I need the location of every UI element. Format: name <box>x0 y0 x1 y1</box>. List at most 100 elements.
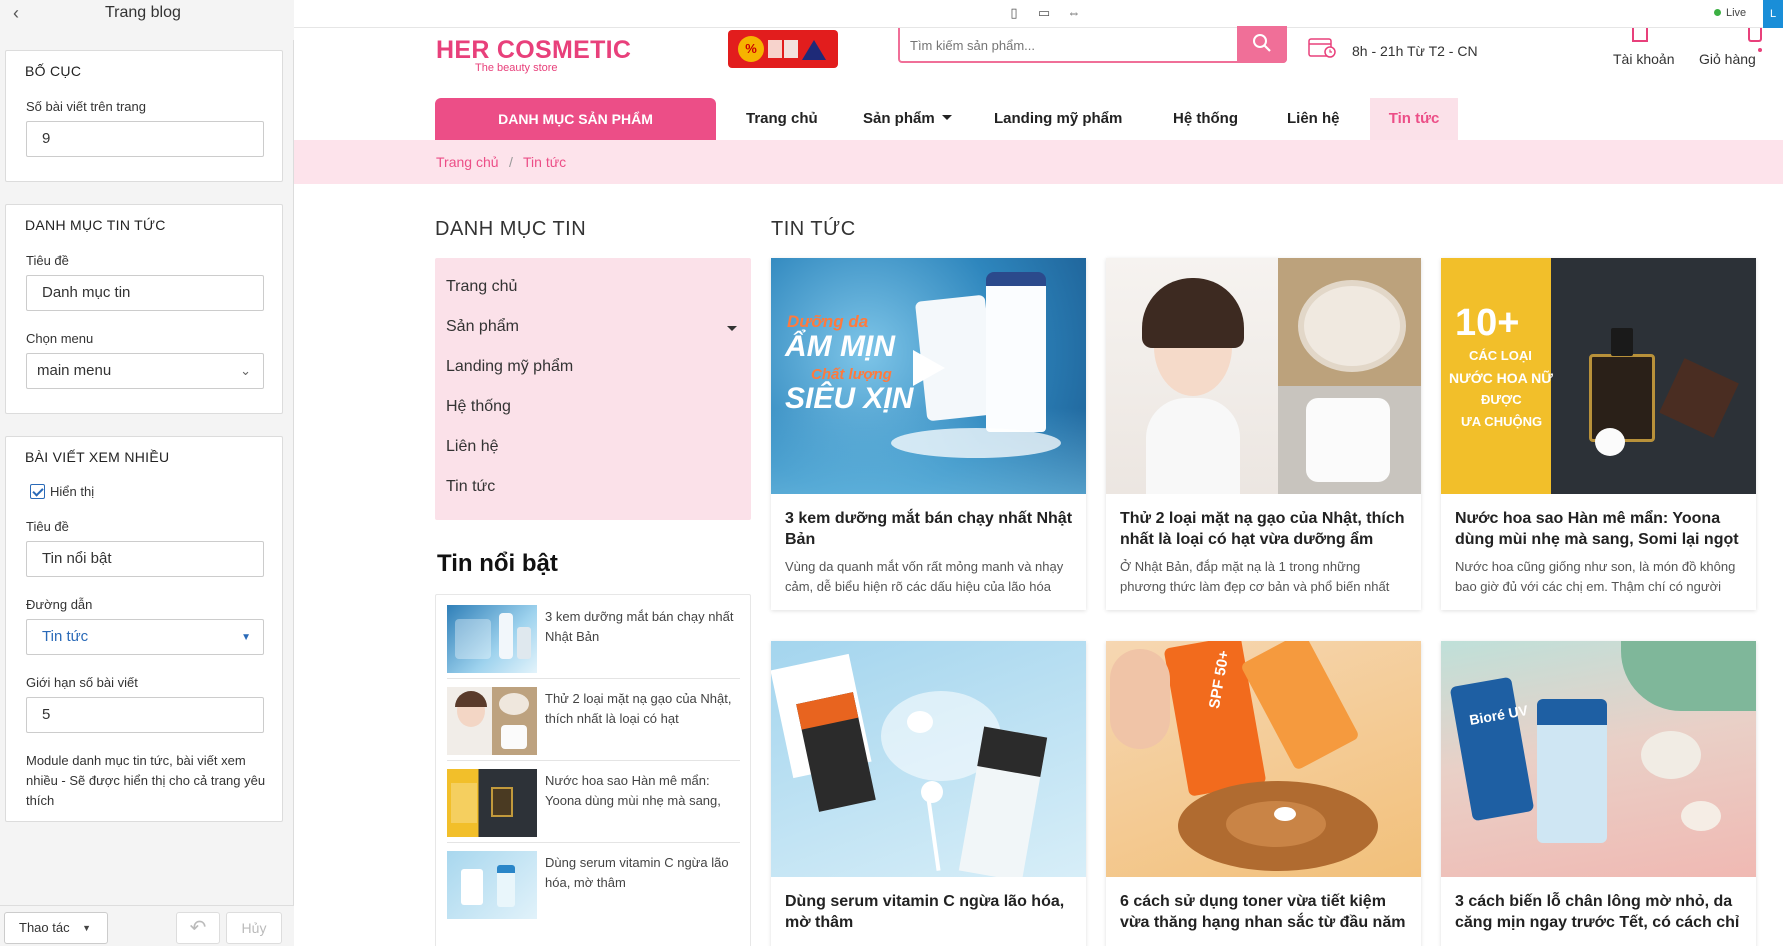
news-title[interactable]: 3 cách biến lỗ chân lông mờ nhỏ, da căng… <box>1455 891 1745 933</box>
featured-thumbnail[interactable] <box>447 687 537 755</box>
menu-select[interactable]: main menu ⌄ <box>26 353 264 389</box>
news-card[interactable]: Thử 2 loại mặt nạ gạo của Nhật, thích nh… <box>1106 258 1421 610</box>
sidebar-item-system[interactable]: Hệ thống <box>446 398 511 416</box>
sidebar-item-products[interactable]: Sản phẩm <box>446 318 519 336</box>
news-summary: Vùng da quanh mắt vốn rất mỏng manh và n… <box>785 559 1064 594</box>
news-image[interactable]: 10+ CÁC LOẠI NƯỚC HOA NỮ ĐƯỢC ƯA CHUỘNG <box>1441 258 1756 494</box>
categories-title-input[interactable]: Danh mục tin <box>26 275 264 311</box>
nav-news[interactable]: Tin tức <box>1370 98 1458 140</box>
menu-select-value: main menu <box>37 362 112 379</box>
breadcrumb <box>294 140 1783 184</box>
nav-contact[interactable]: Liên hệ <box>1287 110 1340 127</box>
news-title[interactable]: Dùng serum vitamin C ngừa lão hóa, mờ th… <box>785 891 1075 933</box>
news-categories-menu: Trang chủ Sản phẩm Landing mỹ phẩm Hệ th… <box>435 258 751 520</box>
sidebar-item-news[interactable]: Tin tức <box>446 478 495 496</box>
featured-list: 3 kem dưỡng mắt bán chạy nhất Nhật Bản T… <box>435 594 751 946</box>
actions-label: Thao tác <box>19 920 70 935</box>
featured-thumbnail[interactable] <box>447 605 537 673</box>
calendar-clock-icon <box>1308 38 1336 58</box>
news-card[interactable]: SPF 50+ 6 cách sử dụng toner vừa tiết ki… <box>1106 641 1421 946</box>
editor-root: { "panel": { "title": "Trang blog", "lay… <box>0 0 1783 946</box>
news-card[interactable]: Dùng serum vitamin C ngừa lão hóa, mờ th… <box>771 641 1086 946</box>
image-caption: Dưỡng da <box>787 312 869 331</box>
categories-heading: DANH MỤC TIN TỨC <box>25 217 166 233</box>
categories-title-label: Tiêu đề <box>26 253 69 268</box>
sidebar-item-contact[interactable]: Liên hệ <box>446 438 499 456</box>
cancel-button[interactable]: Hủy <box>226 912 282 944</box>
featured-title[interactable]: 3 kem dưỡng mắt bán chạy nhất Nhật Bản <box>545 607 735 647</box>
search-button[interactable] <box>1237 26 1287 63</box>
nav-products[interactable]: Sản phẩm <box>863 110 952 127</box>
product-categories-button[interactable]: DANH MỤC SẢN PHẨM <box>435 98 716 140</box>
news-image[interactable]: Bioré UV <box>1441 641 1756 877</box>
news-title[interactable]: 6 cách sử dụng toner vừa tiết kiệm vừa t… <box>1120 891 1410 933</box>
featured-thumbnail[interactable] <box>447 769 537 837</box>
news-title[interactable]: Thử 2 loại mặt nạ gạo của Nhật, thích nh… <box>1120 508 1410 550</box>
image-caption: NƯỚC HOA NỮ <box>1449 370 1553 386</box>
breadcrumb-home[interactable]: Trang chủ <box>436 154 499 170</box>
list-item[interactable]: Nước hoa sao Hàn mê mẩn: Yoona dùng mùi … <box>447 761 740 843</box>
mobile-view-icon[interactable]: ▯ <box>1005 5 1023 21</box>
sidebar-item-home[interactable]: Trang chủ <box>446 278 517 296</box>
featured-heading: Tin nổi bật <box>437 550 558 577</box>
posts-per-page-label: Số bài viết trên trang <box>26 99 146 114</box>
back-icon[interactable]: ‹ <box>6 4 26 24</box>
news-card[interactable]: Dưỡng da ẨM MỊN Chất lượng SIÊU XỊN 3 ke… <box>771 258 1086 610</box>
layout-heading: BỐ CỤC <box>25 63 82 79</box>
popular-heading: BÀI VIẾT XEM NHIỀU <box>25 449 170 465</box>
featured-title[interactable]: Nước hoa sao Hàn mê mẩn: Yoona dùng mùi … <box>545 771 735 811</box>
publish-button[interactable]: L <box>1763 0 1783 28</box>
show-checkbox[interactable] <box>30 484 45 499</box>
desktop-view-icon[interactable]: ▭ <box>1030 5 1058 33</box>
image-caption: SIÊU XỊN <box>785 382 914 415</box>
caret-down-icon[interactable] <box>727 326 737 331</box>
news-image[interactable] <box>1106 258 1421 494</box>
news-title[interactable]: 3 kem dưỡng mắt bán chạy nhất Nhật Bản <box>785 508 1075 550</box>
news-card[interactable]: Bioré UV 3 cách biến lỗ chân lông mờ nhỏ… <box>1441 641 1756 946</box>
path-select[interactable]: Tin tức ▼ <box>26 619 264 655</box>
actions-dropdown[interactable]: Thao tác ▼ <box>4 912 108 944</box>
user-icon[interactable] <box>1632 28 1648 42</box>
settings-panel: ‹ Trang blog BỐ CỤC Số bài viết trên tra… <box>0 0 294 946</box>
nav-home[interactable]: Trang chủ <box>746 110 818 127</box>
chevron-down-icon: ⌄ <box>240 363 251 378</box>
caret-down-icon: ▼ <box>82 923 91 933</box>
image-caption: ẨM MỊN <box>785 330 895 363</box>
promo-banner[interactable]: % <box>728 30 838 68</box>
device-toolbar: ▯ ▭ ⇔ <box>294 0 1783 33</box>
categories-card: DANH MỤC TIN TỨC Tiêu đề Danh mục tin Ch… <box>5 204 283 414</box>
image-caption: Chất lượng <box>811 366 892 383</box>
search-bar <box>898 26 1287 63</box>
search-input[interactable] <box>910 32 1240 58</box>
cart-link[interactable]: Giỏ hàng <box>1699 51 1756 67</box>
cart-icon[interactable] <box>1748 28 1762 52</box>
limit-input[interactable]: 5 <box>26 697 264 733</box>
undo-button[interactable]: ↶ <box>176 912 220 944</box>
nav-landing[interactable]: Landing mỹ phẩm <box>994 110 1122 127</box>
nav-system[interactable]: Hệ thống <box>1173 110 1238 127</box>
fullwidth-view-icon[interactable]: ⇔ <box>1065 5 1083 21</box>
play-icon[interactable] <box>913 350 945 386</box>
popular-title-input[interactable]: Tin nổi bật <box>26 541 264 577</box>
featured-title[interactable]: Dùng serum vitamin C ngừa lão hóa, mờ th… <box>545 853 735 893</box>
opening-hours: 8h - 21h Từ T2 - CN <box>1352 43 1478 59</box>
news-image[interactable] <box>771 641 1086 877</box>
site-logo[interactable]: HER COSMETIC <box>436 36 631 65</box>
news-image[interactable]: Dưỡng da ẨM MỊN Chất lượng SIÊU XỊN <box>771 258 1086 494</box>
panel-header: ‹ Trang blog <box>0 0 294 40</box>
live-status: Live <box>1714 7 1746 19</box>
promo-badge: % <box>738 36 764 62</box>
news-title[interactable]: Nước hoa sao Hàn mê mẩn: Yoona dùng mùi … <box>1455 508 1745 550</box>
news-image[interactable]: SPF 50+ <box>1106 641 1421 877</box>
list-item[interactable]: 3 kem dưỡng mắt bán chạy nhất Nhật Bản <box>447 597 740 679</box>
news-heading: TIN TỨC <box>771 218 856 240</box>
module-note: Module danh mục tin tức, bài viết xem nh… <box>26 753 266 808</box>
list-item[interactable]: Thử 2 loại mặt nạ gạo của Nhật, thích nh… <box>447 679 740 761</box>
featured-thumbnail[interactable] <box>447 851 537 919</box>
list-item[interactable]: Dùng serum vitamin C ngừa lão hóa, mờ th… <box>447 843 740 925</box>
account-link[interactable]: Tài khoản <box>1613 51 1674 67</box>
sidebar-item-landing[interactable]: Landing mỹ phẩm <box>446 358 573 376</box>
featured-title[interactable]: Thử 2 loại mặt nạ gạo của Nhật, thích nh… <box>545 689 735 729</box>
posts-per-page-input[interactable]: 9 <box>26 121 264 157</box>
news-card[interactable]: 10+ CÁC LOẠI NƯỚC HOA NỮ ĐƯỢC ƯA CHUỘNG … <box>1441 258 1756 610</box>
